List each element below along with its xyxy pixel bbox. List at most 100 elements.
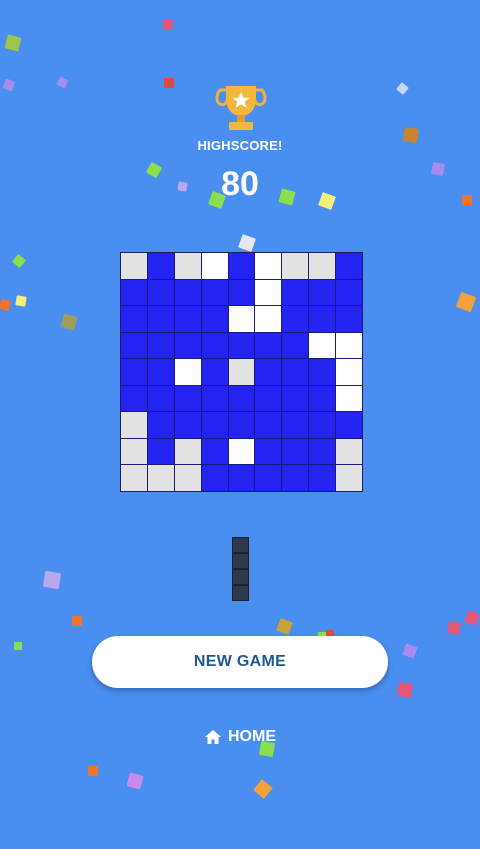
board-cell-cleared[interactable]	[309, 332, 336, 359]
board-cell-empty[interactable]	[336, 438, 362, 465]
game-over-screen: HIGHSCORE! 80 NEW GAME HOME	[0, 0, 480, 849]
confetti-piece	[164, 78, 174, 88]
board-cell-filled[interactable]	[121, 385, 147, 412]
board-cell-cleared[interactable]	[228, 438, 255, 465]
board-cell-empty[interactable]	[174, 438, 201, 465]
board-cell-filled[interactable]	[201, 465, 228, 491]
board-cell-filled[interactable]	[147, 385, 174, 412]
board-cell-filled[interactable]	[201, 385, 228, 412]
board-cell-empty[interactable]	[282, 253, 309, 279]
board-cell-filled[interactable]	[336, 253, 362, 279]
board-cell-filled[interactable]	[336, 279, 362, 306]
confetti-piece	[396, 82, 409, 95]
board-cell-filled[interactable]	[228, 253, 255, 279]
board-cell-filled[interactable]	[201, 332, 228, 359]
board-cell-filled[interactable]	[309, 279, 336, 306]
board-cell-cleared[interactable]	[174, 359, 201, 385]
board-cell-filled[interactable]	[147, 412, 174, 438]
board-cell-empty[interactable]	[121, 253, 147, 279]
board-cell-filled[interactable]	[174, 412, 201, 438]
board-cell-cleared[interactable]	[336, 332, 362, 359]
board-cell-filled[interactable]	[147, 332, 174, 359]
home-icon	[205, 730, 221, 744]
board-cell-filled[interactable]	[228, 412, 255, 438]
board-cell-filled[interactable]	[174, 279, 201, 306]
board-cell-filled[interactable]	[121, 359, 147, 385]
new-game-button[interactable]: NEW GAME	[92, 636, 388, 688]
board-cell-filled[interactable]	[147, 438, 174, 465]
confetti-piece	[238, 234, 256, 252]
board-cell-filled[interactable]	[228, 465, 255, 491]
board-cell-cleared[interactable]	[255, 279, 282, 306]
board-cell-filled[interactable]	[201, 306, 228, 332]
confetti-piece	[11, 253, 27, 269]
board-cell-filled[interactable]	[282, 332, 309, 359]
board-cell-filled[interactable]	[309, 412, 336, 438]
home-button[interactable]: HOME	[180, 724, 300, 750]
board-cell-cleared[interactable]	[228, 306, 255, 332]
board-cell-filled[interactable]	[336, 412, 362, 438]
board-cell-filled[interactable]	[282, 412, 309, 438]
board-cell-filled[interactable]	[282, 359, 309, 385]
board-cell-cleared[interactable]	[255, 306, 282, 332]
board-cell-filled[interactable]	[255, 359, 282, 385]
board-cell-filled[interactable]	[201, 359, 228, 385]
board-cell-filled[interactable]	[309, 306, 336, 332]
board-cell-filled[interactable]	[201, 412, 228, 438]
board-cell-filled[interactable]	[174, 385, 201, 412]
board-cell-filled[interactable]	[255, 332, 282, 359]
board-cell-cleared[interactable]	[255, 253, 282, 279]
highscore-label: HIGHSCORE!	[197, 138, 283, 153]
board-cell-filled[interactable]	[228, 279, 255, 306]
board-cell-filled[interactable]	[255, 465, 282, 491]
piece-block	[232, 569, 249, 585]
board-cell-filled[interactable]	[282, 279, 309, 306]
board-cell-filled[interactable]	[201, 438, 228, 465]
board-cell-empty[interactable]	[121, 465, 147, 491]
board-cell-filled[interactable]	[309, 385, 336, 412]
board-cell-filled[interactable]	[309, 438, 336, 465]
confetti-piece	[163, 20, 173, 30]
board-cell-filled[interactable]	[336, 306, 362, 332]
board-cell-empty[interactable]	[309, 253, 336, 279]
board-cell-filled[interactable]	[147, 306, 174, 332]
board-cell-filled[interactable]	[282, 465, 309, 491]
board-cell-filled[interactable]	[282, 385, 309, 412]
board-cell-empty[interactable]	[147, 465, 174, 491]
board-cell-filled[interactable]	[228, 332, 255, 359]
board-cell-empty[interactable]	[336, 465, 362, 491]
board-cell-filled[interactable]	[121, 306, 147, 332]
board-cell-empty[interactable]	[174, 465, 201, 491]
board-cell-filled[interactable]	[309, 465, 336, 491]
board-cell-empty[interactable]	[228, 359, 255, 385]
board-cell-filled[interactable]	[201, 279, 228, 306]
board-cell-cleared[interactable]	[201, 253, 228, 279]
board-cell-filled[interactable]	[282, 438, 309, 465]
board-cell-empty[interactable]	[121, 412, 147, 438]
board-cell-filled[interactable]	[121, 332, 147, 359]
board-cell-empty[interactable]	[174, 253, 201, 279]
confetti-piece	[276, 618, 293, 635]
board-cell-filled[interactable]	[174, 332, 201, 359]
confetti-piece	[455, 291, 477, 313]
next-piece[interactable]	[232, 537, 249, 601]
board-cell-filled[interactable]	[147, 253, 174, 279]
board-cell-empty[interactable]	[121, 438, 147, 465]
board-cell-filled[interactable]	[121, 279, 147, 306]
board-cell-filled[interactable]	[255, 412, 282, 438]
board-cell-filled[interactable]	[309, 359, 336, 385]
board-cell-filled[interactable]	[282, 306, 309, 332]
board-cell-filled[interactable]	[147, 359, 174, 385]
board-cell-filled[interactable]	[228, 385, 255, 412]
confetti-piece	[60, 313, 78, 331]
board-cell-cleared[interactable]	[336, 385, 362, 412]
board-cell-filled[interactable]	[255, 438, 282, 465]
piece-block	[232, 537, 249, 553]
board-cell-cleared[interactable]	[336, 359, 362, 385]
board-cell-filled[interactable]	[174, 306, 201, 332]
score-value: 80	[221, 165, 259, 203]
board-cell-filled[interactable]	[255, 385, 282, 412]
board-cell-filled[interactable]	[147, 279, 174, 306]
confetti-piece	[431, 162, 445, 176]
confetti-piece	[42, 570, 62, 590]
